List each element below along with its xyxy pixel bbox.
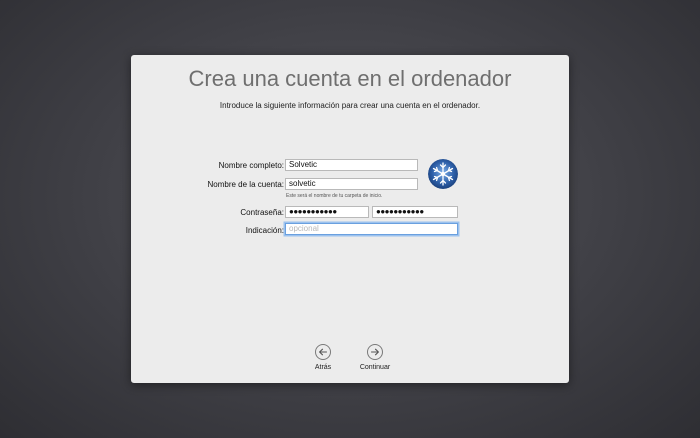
continue-button[interactable]: Continuar — [345, 344, 405, 374]
full-name-label: Nombre completo: — [218, 161, 284, 170]
full-name-field[interactable]: Solvetic — [285, 159, 418, 171]
snowflake-icon — [428, 159, 458, 189]
password-field[interactable]: ●●●●●●●●●●● — [285, 206, 369, 218]
account-name-field[interactable]: solvetic — [285, 178, 418, 190]
account-name-label: Nombre de la cuenta: — [207, 180, 285, 189]
back-arrow-icon — [315, 344, 331, 360]
account-name-hint: Este será el nombre de tu carpeta de ini… — [286, 193, 383, 199]
forward-arrow-icon — [367, 344, 383, 360]
back-button[interactable]: Atrás — [293, 344, 353, 374]
hint-field[interactable]: opcional — [285, 223, 458, 235]
page-subtitle: Introduce la siguiente información para … — [219, 101, 481, 110]
page-title: Crea una cuenta en el ordenador — [188, 66, 512, 91]
continue-label: Continuar — [359, 364, 391, 371]
hint-label: Indicación: — [245, 226, 284, 235]
back-label: Atrás — [314, 364, 332, 371]
user-avatar[interactable] — [428, 159, 458, 189]
verify-password-field[interactable]: ●●●●●●●●●●● — [372, 206, 458, 218]
password-label: Contraseña: — [240, 208, 284, 217]
create-account-dialog: Crea una cuenta en el ordenador Introduc… — [131, 55, 569, 383]
hint-placeholder: opcional — [289, 224, 319, 233]
